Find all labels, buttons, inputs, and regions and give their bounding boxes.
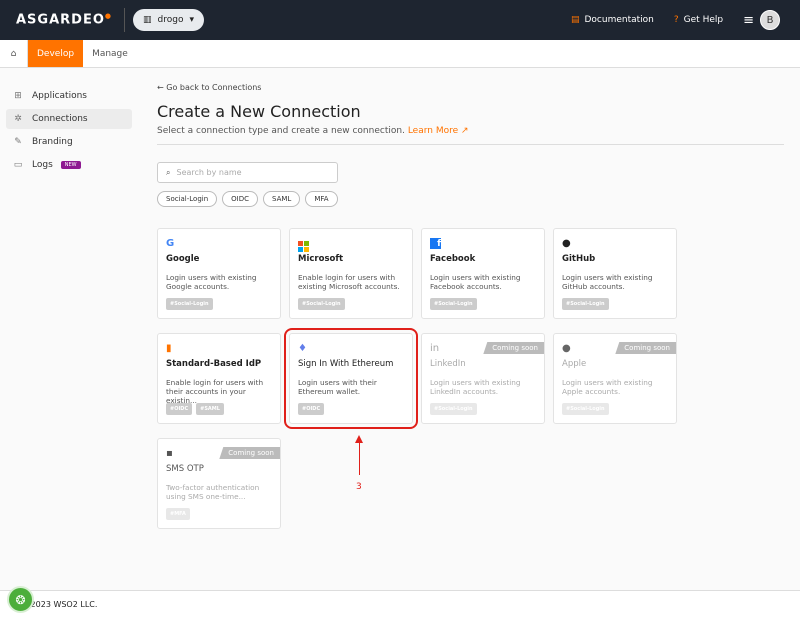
annotation-arrow — [355, 435, 363, 475]
google-icon: G — [166, 238, 175, 249]
home-icon[interactable]: ⌂ — [0, 40, 28, 67]
avatar: B — [760, 10, 780, 30]
logs-icon: ▭ — [13, 160, 23, 170]
tag: #Social-Login — [166, 298, 213, 310]
top-bar: ASGARDEO● ▥ drogo ▾ ▤ Documentation ? Get He… — [0, 0, 800, 40]
sidebar: ⊞ Applications ✲ Connections ✎ Branding ▭ Lo… — [6, 86, 132, 178]
coming-soon-badge: Coming soon — [483, 342, 544, 354]
card-facebook[interactable]: f Facebook Login users with existing Faceb… — [421, 228, 545, 319]
sidebar-item-applications[interactable]: ⊞ Applications — [6, 86, 132, 106]
search-input[interactable]: ⌕ Search by name — [157, 162, 338, 183]
new-badge: NEW — [60, 161, 81, 169]
ethereum-icon: ♦ — [298, 343, 307, 354]
page-title: Create a New Connection — [157, 102, 361, 121]
card-sms-otp[interactable]: Coming soon ▪ SMS OTP Two-factor authentica… — [157, 438, 281, 529]
tag: #Social-Login — [430, 298, 477, 310]
menu-icon: ≡ — [743, 12, 754, 28]
tag: #Social-Login — [562, 403, 609, 415]
org-switcher[interactable]: ▥ drogo ▾ — [133, 9, 204, 31]
tag: #Social-Login — [430, 403, 477, 415]
applications-icon: ⊞ — [14, 91, 22, 101]
coming-soon-badge: Coming soon — [219, 447, 280, 459]
filter-saml[interactable]: SAML — [263, 191, 301, 207]
page-subtitle: Select a connection type and create a ne… — [157, 126, 469, 136]
tab-develop[interactable]: Develop — [28, 40, 84, 67]
divider — [157, 144, 784, 145]
user-menu[interactable]: ≡ B — [743, 10, 780, 30]
sidebar-item-logs[interactable]: ▭ Logs NEW — [6, 155, 132, 175]
learn-more-link[interactable]: Learn More ↗ — [408, 126, 469, 136]
microsoft-icon — [298, 238, 404, 252]
sidebar-item-branding[interactable]: ✎ Branding — [6, 132, 132, 152]
filter-mfa[interactable]: MFA — [305, 191, 338, 207]
tag: #OIDC — [166, 403, 193, 415]
facebook-icon: f — [430, 238, 536, 250]
card-github[interactable]: ● GitHub Login users with existing GitHub … — [553, 228, 677, 319]
idp-icon: ▮ — [166, 343, 172, 354]
help-icon: ? — [673, 15, 679, 25]
annotation-number: 3 — [356, 482, 362, 492]
divider — [124, 8, 125, 32]
card-microsoft[interactable]: Microsoft Enable login for users with exi… — [289, 228, 413, 319]
branding-icon: ✎ — [14, 137, 22, 147]
tag: #Social-Login — [562, 298, 609, 310]
external-link-icon: ↗ — [461, 126, 469, 136]
tag: #OIDC — [298, 403, 325, 415]
tag: #SAML — [196, 403, 224, 415]
card-google[interactable]: G Google Login users with existing Google … — [157, 228, 281, 319]
search-icon: ⌕ — [166, 167, 171, 177]
connections-icon: ✲ — [14, 114, 22, 124]
github-icon: ● — [562, 238, 571, 249]
chevron-down-icon: ▾ — [189, 15, 194, 25]
filter-oidc[interactable]: OIDC — [222, 191, 259, 207]
nav-bar: ⌂ Develop Manage — [0, 40, 800, 68]
tag: #MFA — [166, 508, 190, 520]
card-linkedin[interactable]: Coming soon in LinkedIn Login users with ex… — [421, 333, 545, 424]
back-link[interactable]: ← Go back to Connections — [157, 83, 784, 92]
cookie-icon[interactable]: ❂ — [7, 586, 34, 613]
document-icon: ▤ — [570, 15, 580, 25]
tab-manage[interactable]: Manage — [83, 40, 137, 67]
card-sign-in-with-ethereum[interactable]: ♦ Sign In With Ethereum Login users with t… — [284, 328, 418, 429]
sidebar-item-connections[interactable]: ✲ Connections — [6, 109, 132, 129]
connection-grid: G Google Login users with existing Google … — [157, 228, 677, 529]
building-icon: ▥ — [143, 15, 152, 25]
documentation-link[interactable]: ▤ Documentation — [571, 15, 654, 25]
get-help-link[interactable]: ? Get Help — [674, 15, 723, 25]
arrow-left-icon: ← — [157, 83, 167, 92]
main-content: ← Go back to Connections Create a New Co… — [157, 83, 784, 207]
asgardeo-logo[interactable]: ASGARDEO● — [16, 12, 112, 27]
card-apple[interactable]: Coming soon ● Apple Login users with existi… — [553, 333, 677, 424]
filter-social-login[interactable]: Social-Login — [157, 191, 218, 207]
footer: © 2023 WSO2 LLC. — [0, 590, 800, 617]
card-standard-based-idp[interactable]: ▮ Standard-Based IdP Enable login for user… — [157, 333, 281, 424]
tag: #Social-Login — [298, 298, 345, 310]
coming-soon-badge: Coming soon — [615, 342, 676, 354]
